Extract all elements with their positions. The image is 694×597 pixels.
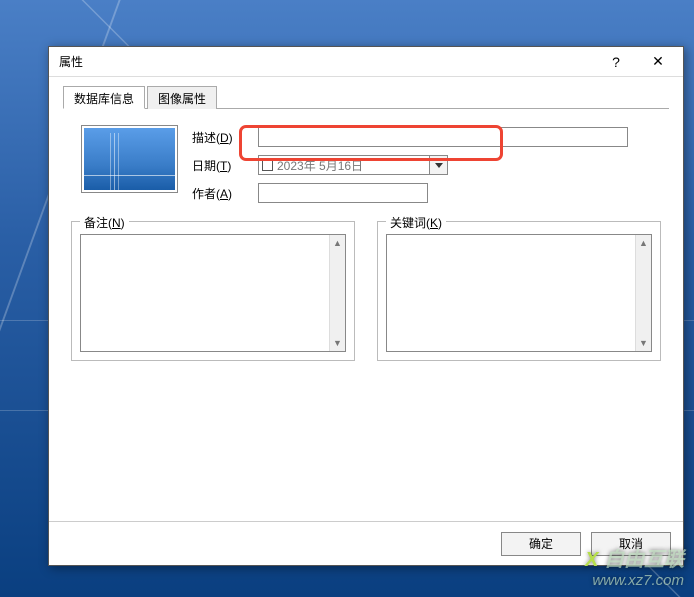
tab-panel: 描述(D) 日期(T) 2023年 5月16日	[63, 109, 669, 369]
author-input[interactable]	[258, 183, 428, 203]
top-row: 描述(D) 日期(T) 2023年 5月16日	[71, 125, 661, 203]
description-input[interactable]	[258, 127, 628, 147]
properties-dialog: 属性 ? ✕ 数据库信息 图像属性 描述(D)	[48, 46, 684, 566]
description-row: 描述(D)	[192, 127, 661, 147]
help-button[interactable]: ?	[595, 49, 637, 75]
date-picker[interactable]: 2023年 5月16日	[258, 155, 448, 175]
scroll-down-icon[interactable]: ▼	[636, 335, 651, 351]
notes-group: 备注(N) ▲ ▼	[71, 221, 355, 361]
mid-row: 备注(N) ▲ ▼ 关键词(K)	[71, 221, 661, 361]
tabstrip: 数据库信息 图像属性	[63, 85, 669, 109]
date-checkbox[interactable]	[262, 160, 273, 171]
author-row: 作者(A)	[192, 183, 661, 203]
notes-label: 备注(N)	[80, 214, 129, 231]
scroll-up-icon[interactable]: ▲	[636, 235, 651, 251]
keywords-textarea[interactable]	[387, 235, 635, 351]
description-label: 描述(D)	[192, 129, 252, 146]
scroll-down-icon[interactable]: ▼	[330, 335, 345, 351]
tab-image-properties[interactable]: 图像属性	[147, 86, 217, 109]
dialog-body: 数据库信息 图像属性 描述(D)	[49, 77, 683, 521]
scroll-up-icon[interactable]: ▲	[330, 235, 345, 251]
titlebar: 属性 ? ✕	[49, 47, 683, 77]
date-dropdown-button[interactable]	[430, 155, 448, 175]
tab-database-info[interactable]: 数据库信息	[63, 86, 145, 109]
ok-button[interactable]: 确定	[501, 532, 581, 556]
scrollbar[interactable]: ▲ ▼	[329, 235, 345, 351]
keywords-group: 关键词(K) ▲ ▼	[377, 221, 661, 361]
thumbnail	[81, 125, 178, 193]
date-label: 日期(T)	[192, 157, 252, 174]
window-title: 属性	[59, 53, 595, 70]
watermark: X 自由互联 www.xz7.com	[585, 543, 684, 589]
thumbnail-image	[84, 128, 175, 190]
notes-textarea[interactable]	[81, 235, 329, 351]
scrollbar[interactable]: ▲ ▼	[635, 235, 651, 351]
chevron-down-icon	[435, 163, 443, 168]
author-label: 作者(A)	[192, 185, 252, 202]
desktop-background: 属性 ? ✕ 数据库信息 图像属性 描述(D)	[0, 0, 694, 597]
date-value: 2023年 5月16日	[277, 157, 363, 174]
date-row: 日期(T) 2023年 5月16日	[192, 155, 661, 175]
close-button[interactable]: ✕	[637, 49, 679, 75]
fields-column: 描述(D) 日期(T) 2023年 5月16日	[192, 125, 661, 203]
keywords-label: 关键词(K)	[386, 214, 446, 231]
